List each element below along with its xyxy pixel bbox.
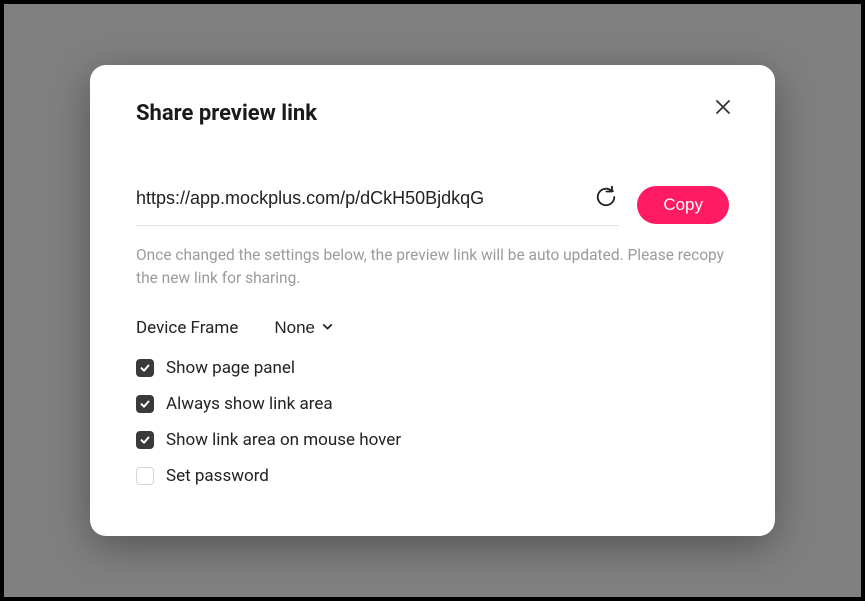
option-show-page-panel[interactable]: Show page panel — [136, 358, 729, 378]
refresh-link-button[interactable] — [593, 184, 619, 213]
modal-header: Share preview link — [136, 101, 729, 126]
modal-title: Share preview link — [136, 101, 317, 126]
help-text: Once changed the settings below, the pre… — [136, 244, 729, 291]
device-frame-row: Device Frame None — [136, 318, 729, 338]
preview-link-input[interactable] — [136, 188, 581, 209]
link-row: Copy — [136, 184, 729, 226]
link-input-wrap — [136, 184, 619, 226]
chevron-down-icon — [321, 318, 334, 338]
refresh-icon — [595, 186, 617, 211]
copy-button[interactable]: Copy — [637, 186, 729, 224]
check-icon — [139, 431, 151, 450]
device-frame-select[interactable]: None — [274, 318, 334, 338]
close-button[interactable] — [711, 95, 735, 122]
device-frame-label: Device Frame — [136, 318, 238, 338]
device-frame-selected-value: None — [274, 318, 315, 338]
checkbox-always-show-link-area — [136, 395, 154, 413]
share-preview-modal: Share preview link — [90, 65, 775, 537]
settings-section: Device Frame None — [136, 318, 729, 486]
option-label-set-password: Set password — [166, 466, 269, 486]
checkbox-show-link-area-hover — [136, 431, 154, 449]
checkbox-show-page-panel — [136, 359, 154, 377]
modal-backdrop: Share preview link — [4, 4, 861, 597]
option-set-password[interactable]: Set password — [136, 466, 729, 486]
option-label-show-link-area-hover: Show link area on mouse hover — [166, 430, 401, 450]
close-icon — [713, 97, 733, 120]
option-label-show-page-panel: Show page panel — [166, 358, 295, 378]
option-label-always-show-link-area: Always show link area — [166, 394, 333, 414]
checkbox-set-password — [136, 467, 154, 485]
option-always-show-link-area[interactable]: Always show link area — [136, 394, 729, 414]
check-icon — [139, 395, 151, 414]
check-icon — [139, 359, 151, 378]
option-show-link-area-hover[interactable]: Show link area on mouse hover — [136, 430, 729, 450]
